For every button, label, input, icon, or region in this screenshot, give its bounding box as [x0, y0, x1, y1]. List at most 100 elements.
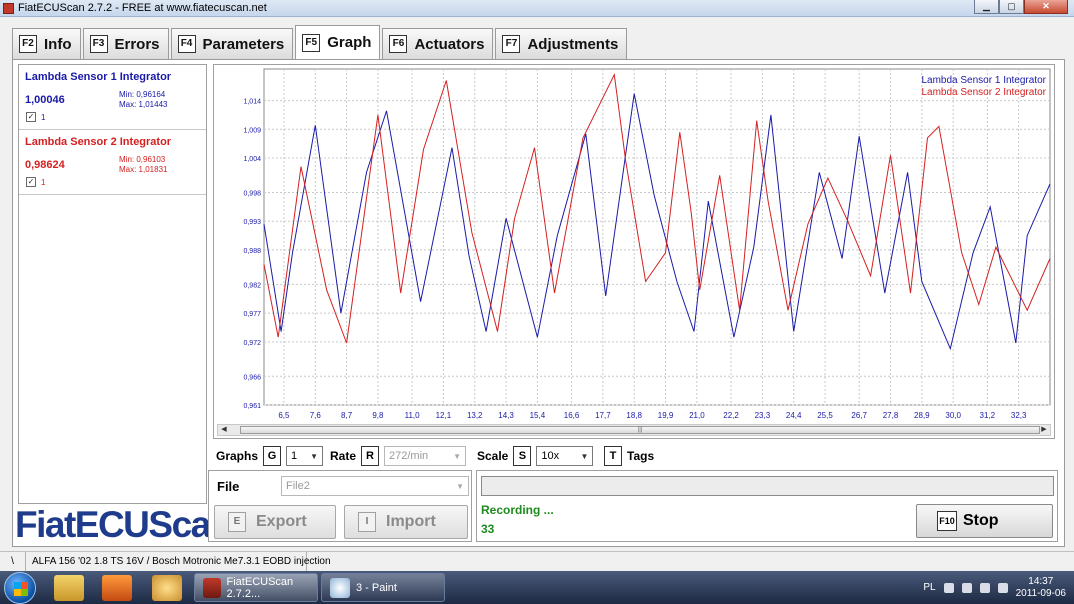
scale-value: 10x [541, 450, 560, 462]
stop-button[interactable]: F10 Stop [916, 504, 1053, 538]
tab-adjustments[interactable]: F7 Adjustments [495, 28, 628, 59]
tags-control: T Tags [604, 445, 654, 467]
x-tick-label: 31,2 [980, 411, 996, 420]
x-tick-label: 23,3 [755, 411, 771, 420]
app-launcher-icon[interactable] [152, 575, 182, 601]
maximize-button[interactable]: ▢ [999, 0, 1024, 14]
status-bar: \ ALFA 156 '02 1.8 TS 16V / Bosch Motron… [0, 551, 1074, 571]
battery-icon[interactable] [979, 582, 990, 593]
tab-key: F7 [502, 35, 521, 53]
tab-actuators[interactable]: F6 Actuators [382, 28, 494, 59]
volume-icon[interactable] [997, 582, 1008, 593]
sensor-value: 1,00046 [25, 94, 65, 106]
scroll-right-icon[interactable]: ▶ [1039, 425, 1049, 435]
chevron-down-icon: ▼ [456, 481, 464, 491]
media-player-icon[interactable] [102, 575, 132, 601]
x-tick-label: 8,7 [341, 411, 353, 420]
keyboard-icon[interactable] [943, 582, 954, 593]
scroll-left-icon[interactable]: ◀ [219, 425, 229, 435]
clock[interactable]: 14:37 2011-09-06 [1016, 576, 1066, 600]
title-bar: FiatECUScan 2.7.2 - FREE at www.fiatecus… [0, 0, 1074, 17]
sensor-min: Min: 0,96103 [119, 155, 166, 164]
sensor-minmax: Min: 0,96103 Max: 1,01831 [119, 155, 167, 175]
tab-label: Adjustments [527, 35, 619, 53]
explorer-icon[interactable] [54, 575, 84, 601]
tab-label: Parameters [202, 35, 285, 53]
sensor-max: Max: 1,01831 [119, 165, 168, 174]
tab-info[interactable]: F2 Info [12, 28, 81, 59]
export-button[interactable]: E Export [214, 505, 336, 539]
x-tick-label: 26,7 [851, 411, 867, 420]
y-tick-label: 0,977 [243, 311, 261, 318]
recording-status: Recording ... [481, 503, 554, 517]
graph-scrollbar[interactable]: ◀ ||| ▶ [217, 424, 1051, 436]
tab-graph[interactable]: F5 Graph [295, 25, 381, 59]
x-tick-label: 15,4 [530, 411, 546, 420]
stop-key: F10 [937, 511, 957, 531]
chevron-down-icon: ▼ [580, 451, 589, 461]
export-key: E [228, 512, 246, 532]
x-tick-label: 32,3 [1011, 411, 1027, 420]
tab-label: Errors [114, 35, 160, 53]
tab-key: F2 [19, 35, 37, 53]
task-fiatecuscan[interactable]: FiatECUScan 2.7.2... [194, 573, 318, 602]
app-icon [3, 3, 14, 14]
clock-date: 2011-09-06 [1015, 587, 1066, 599]
tab-bar: F2 Info F3 Errors F4 Parameters F5 Graph F6 A… [12, 25, 629, 59]
close-button[interactable]: ✕ [1024, 0, 1068, 14]
chevron-down-icon: ▼ [453, 451, 462, 461]
tab-key: F3 [89, 35, 108, 53]
tab-key: F4 [177, 35, 196, 53]
tab-label: Info [44, 35, 72, 53]
x-tick-label: 19,9 [658, 411, 674, 420]
chevron-down-icon: ▼ [310, 451, 319, 461]
sensor-checkbox[interactable]: ✓ [26, 177, 36, 187]
import-button[interactable]: I Import [344, 505, 468, 539]
minimize-button[interactable]: ▁ [974, 0, 999, 14]
taskbar: FiatECUScan 2.7.2... 3 - Paint PL 14:37 … [0, 571, 1074, 604]
graphs-select[interactable]: 1 ▼ [286, 446, 324, 466]
file-value: File2 [286, 480, 310, 492]
file-select[interactable]: File2 ▼ [281, 476, 469, 496]
scale-control: Scale S 10x ▼ [477, 445, 594, 467]
import-key: I [358, 512, 376, 532]
task-paint[interactable]: 3 - Paint [321, 573, 445, 602]
sensor-min: Min: 0,96164 [119, 90, 166, 99]
tab-key: F6 [389, 35, 408, 53]
x-tick-label: 16,6 [564, 411, 580, 420]
fiatecuscan-icon [203, 577, 221, 598]
rate-label: Rate [330, 449, 357, 463]
scroll-thumb[interactable]: ||| [240, 426, 1040, 434]
y-tick-label: 1,004 [243, 156, 261, 163]
x-tick-label: 18,8 [626, 411, 642, 420]
tab-errors[interactable]: F3 Errors [82, 28, 169, 59]
x-tick-label: 25,5 [817, 411, 833, 420]
tab-parameters[interactable]: F4 Parameters [170, 28, 294, 59]
x-tick-label: 21,0 [689, 411, 705, 420]
tags-label[interactable]: Tags [627, 449, 654, 463]
status-connection: \ [0, 552, 26, 571]
y-tick-label: 0,961 [243, 403, 261, 410]
start-button[interactable] [4, 572, 36, 604]
language-indicator[interactable]: PL [923, 582, 935, 593]
tags-key[interactable]: T [604, 446, 622, 466]
x-tick-label: 9,8 [372, 411, 384, 420]
rate-select[interactable]: 272/min ▼ [384, 446, 467, 466]
stop-label: Stop [963, 512, 999, 529]
sensor-item-2: Lambda Sensor 2 Integrator 0,98624 Min: … [19, 130, 206, 195]
y-tick-label: 0,998 [243, 190, 261, 197]
sensor-checkbox[interactable]: ✓ [26, 112, 36, 122]
status-vehicle: ALFA 156 '02 1.8 TS 16V / Bosch Motronic… [26, 552, 331, 571]
scale-key: S [513, 446, 532, 466]
network-icon[interactable] [961, 582, 972, 593]
recording-count: 33 [481, 522, 495, 536]
x-tick-label: 28,9 [914, 411, 930, 420]
export-label: Export [256, 513, 307, 530]
rate-value: 272/min [389, 450, 429, 462]
sensor-max: Max: 1,01443 [119, 100, 168, 109]
task-label: FiatECUScan 2.7.2... [226, 575, 294, 600]
x-tick-label: 27,8 [883, 411, 899, 420]
sensor-list: Lambda Sensor 1 Integrator 1,00046 Min: … [18, 64, 207, 504]
scale-label: Scale [477, 449, 509, 463]
scale-select[interactable]: 10x ▼ [536, 446, 594, 466]
